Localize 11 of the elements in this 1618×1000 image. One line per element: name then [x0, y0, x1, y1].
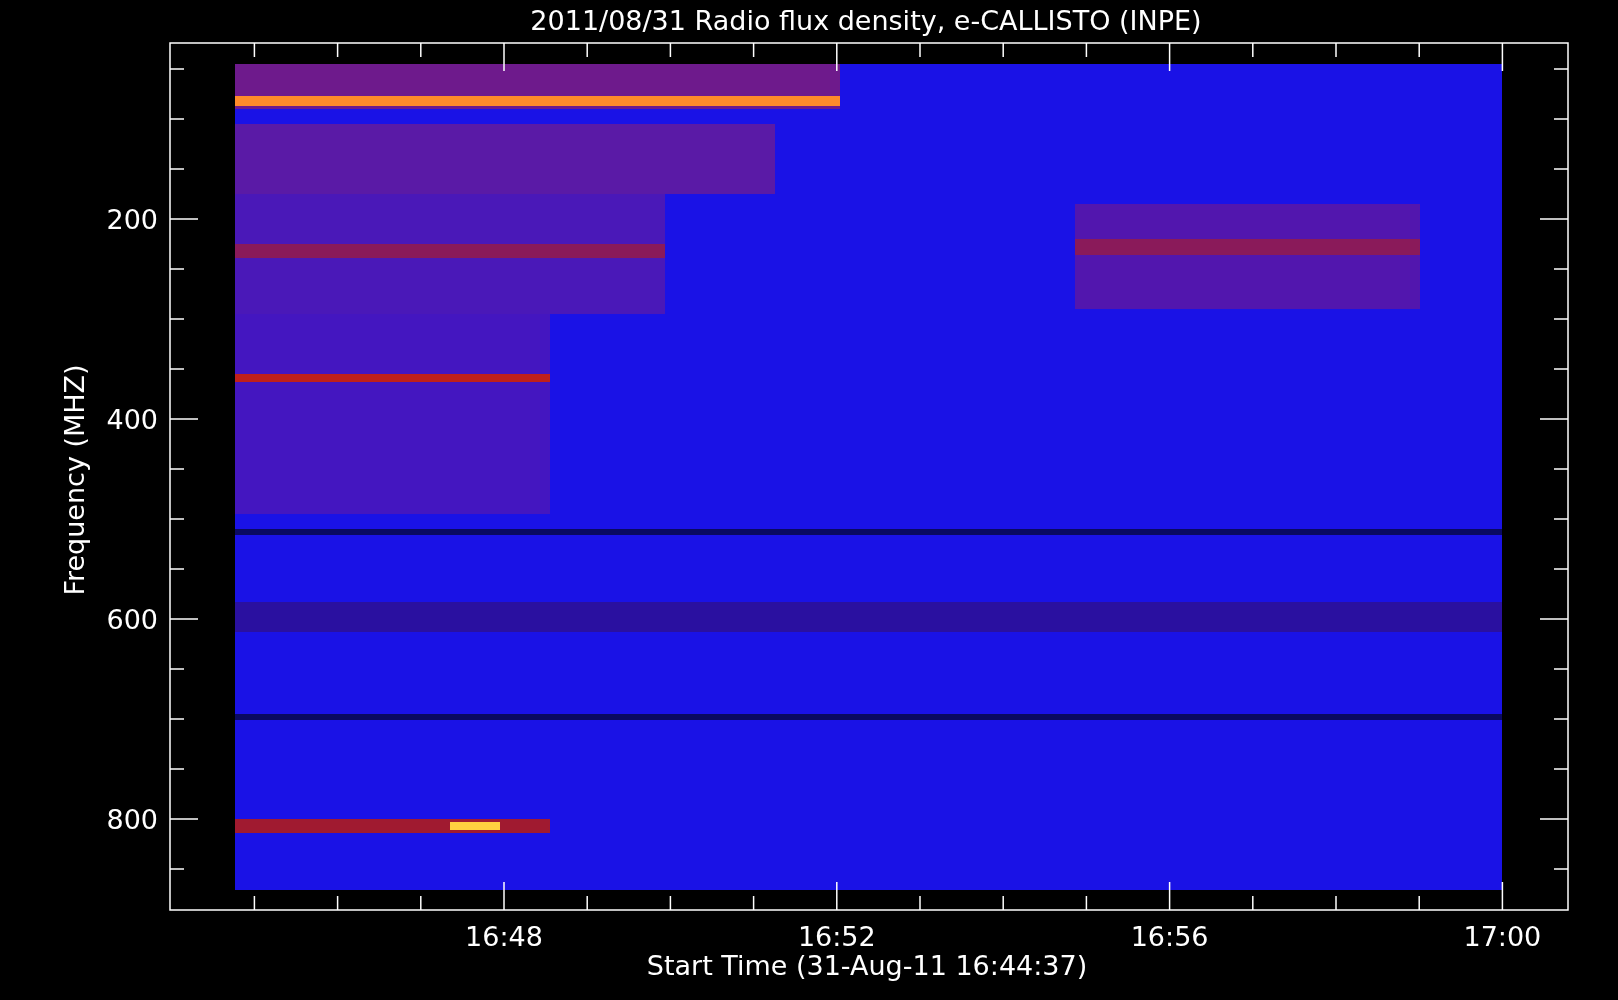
y-tick-label: 800 [106, 804, 158, 835]
y-tick-label: 400 [106, 404, 158, 435]
y-tick-label: 200 [106, 204, 158, 235]
x-tick-label: 16:52 [797, 921, 876, 952]
y-tick-label: 600 [106, 604, 158, 635]
x-tick-label: 16:48 [465, 921, 543, 952]
chart-title: 2011/08/31 Radio flux density, e-CALLISTO (INPE) [530, 5, 1202, 36]
x-tick-label: 17:00 [1463, 921, 1542, 952]
y-axis-label: Frequency (MHZ) [59, 364, 90, 596]
x-axis-label: Start Time (31-Aug-11 16:44:37) [646, 950, 1088, 981]
x-tick-label: 16:56 [1130, 921, 1209, 952]
